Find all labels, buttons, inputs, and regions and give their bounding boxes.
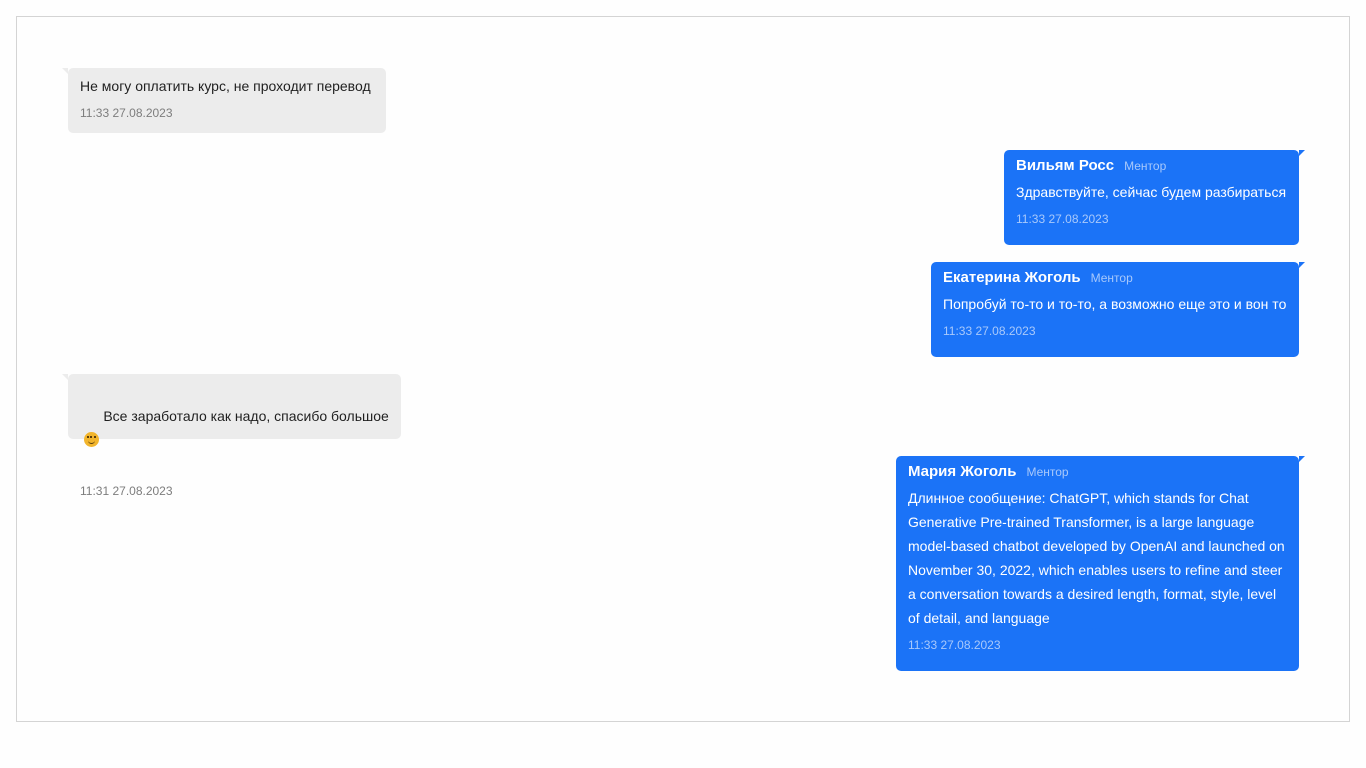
message-timestamp: 11:33 27.08.2023 <box>908 638 1001 652</box>
author-role: Ментор <box>1124 159 1167 173</box>
author-name[interactable]: Вильям Росс <box>1016 157 1114 174</box>
message-outgoing: Вильям Росс Ментор Здравствуйте, сейчас … <box>1004 150 1305 245</box>
message-text: Длинное сообщение: ChatGPT, which stands… <box>908 490 1285 626</box>
author-name[interactable]: Мария Жоголь <box>908 463 1016 480</box>
message-text: Здравствуйте, сейчас будем разбираться <box>1016 184 1287 200</box>
message-outgoing: Екатерина Жоголь Ментор Попробуй то-то и… <box>931 262 1305 357</box>
smiling-face-emoji-icon <box>84 432 99 447</box>
message-timestamp: 11:33 27.08.2023 <box>1016 212 1109 226</box>
message-text-row: Все заработало как надо, спасибо большое <box>80 380 389 476</box>
message-incoming: Не могу оплатить курс, не проходит перев… <box>62 68 386 133</box>
message-header: Мария Жоголь Ментор <box>908 463 1287 483</box>
message-text: Не могу оплатить курс, не проходит перев… <box>80 78 371 94</box>
message-header: Вильям Росс Ментор <box>1016 157 1287 177</box>
message-timestamp: 11:33 27.08.2023 <box>80 106 173 120</box>
author-role: Ментор <box>1090 271 1133 285</box>
chat-window: Не могу оплатить курс, не проходит перев… <box>16 16 1350 722</box>
message-incoming: Все заработало как надо, спасибо большое… <box>62 374 401 498</box>
message-text: Попробуй то-то и то-то, а возможно еще э… <box>943 296 1287 312</box>
author-name[interactable]: Екатерина Жоголь <box>943 269 1081 286</box>
message-timestamp: 11:33 27.08.2023 <box>943 324 1036 338</box>
message-header: Екатерина Жоголь Ментор <box>943 269 1287 289</box>
author-role: Ментор <box>1026 465 1069 479</box>
message-timestamp: 11:31 27.08.2023 <box>80 484 173 498</box>
message-outgoing: Мария Жоголь Ментор Длинное сообщение: C… <box>896 456 1305 671</box>
message-text: Все заработало как надо, спасибо большое <box>103 408 389 424</box>
